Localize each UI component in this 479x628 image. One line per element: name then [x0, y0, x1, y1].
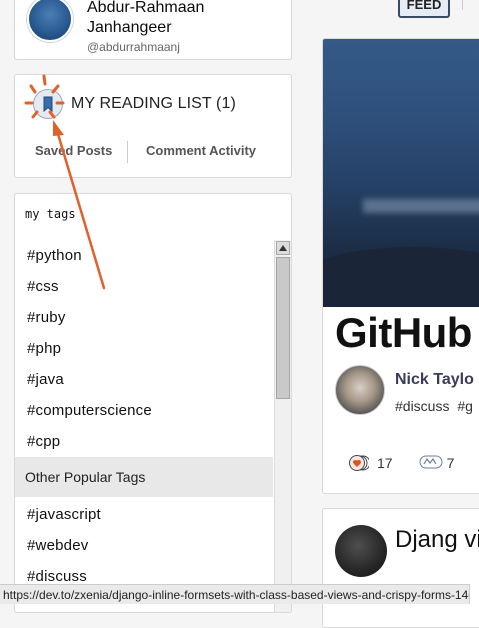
author-avatar[interactable]: [335, 525, 387, 577]
feed-button[interactable]: FEED: [398, 0, 450, 18]
tag-item[interactable]: #php: [15, 333, 273, 364]
tag-item[interactable]: #cpp: [15, 426, 273, 457]
scroll-up-arrow-icon[interactable]: [276, 241, 290, 255]
tag-item[interactable]: #javascript: [15, 499, 273, 530]
tags-scrollbar[interactable]: [274, 240, 291, 612]
author-avatar[interactable]: [335, 365, 385, 415]
tags-list: #python #css #ruby #php #java #computers…: [15, 240, 273, 592]
heart-count: 17: [377, 455, 393, 471]
tab-saved-posts[interactable]: Saved Posts: [35, 143, 112, 158]
unicorn-icon[interactable]: [419, 453, 443, 473]
scrollbar-thumb[interactable]: [276, 257, 290, 399]
cover-image[interactable]: [323, 39, 479, 307]
tags-header: my tags: [25, 207, 76, 221]
reactions-bar: 17 7: [349, 453, 454, 473]
article-tags[interactable]: #discuss #g: [395, 398, 473, 414]
tag-item[interactable]: #java: [15, 364, 273, 395]
cover-city-lights: [363, 199, 479, 213]
other-tags-heading: Other Popular Tags: [15, 457, 273, 497]
tags-panel: my tags #python #css #ruby #php #java #c…: [14, 193, 292, 613]
reading-list-title[interactable]: MY READING LIST (1): [71, 95, 236, 113]
status-bar-url: https://dev.to/zxenia/django-inline-form…: [0, 584, 470, 604]
tag-item[interactable]: #python: [15, 240, 273, 271]
tag-item[interactable]: #css: [15, 271, 273, 302]
author-name[interactable]: Nick Taylo: [395, 371, 474, 389]
tag-item[interactable]: #ruby: [15, 302, 273, 333]
tab-divider: [127, 141, 128, 163]
article-card[interactable]: GitHub Nick Taylo #discuss #g 17 7: [322, 38, 479, 494]
article-title[interactable]: Djang views a: [395, 525, 479, 555]
reading-list-tabs: Saved Posts Comment Activity: [15, 141, 291, 163]
topbar-divider: [462, 0, 463, 10]
bookmark-icon[interactable]: [33, 89, 63, 119]
article-headline[interactable]: GitHub: [335, 309, 472, 357]
heart-icon[interactable]: [349, 453, 369, 473]
profile-name[interactable]: Abdur-Rahmaan Janhangeer: [87, 0, 277, 38]
article-card[interactable]: Djang views a: [322, 508, 479, 628]
tab-comment-activity[interactable]: Comment Activity: [146, 143, 256, 158]
reading-list-card: MY READING LIST (1) Saved Posts Comment …: [14, 74, 292, 178]
cover-hill: [323, 247, 479, 307]
avatar[interactable]: [27, 0, 73, 42]
tag-item[interactable]: #webdev: [15, 530, 273, 561]
profile-handle[interactable]: @abdurrahmaanj: [87, 40, 180, 54]
tag-item[interactable]: #computerscience: [15, 395, 273, 426]
unicorn-count: 7: [446, 455, 455, 471]
profile-card[interactable]: Abdur-Rahmaan Janhangeer @abdurrahmaanj: [14, 0, 292, 60]
